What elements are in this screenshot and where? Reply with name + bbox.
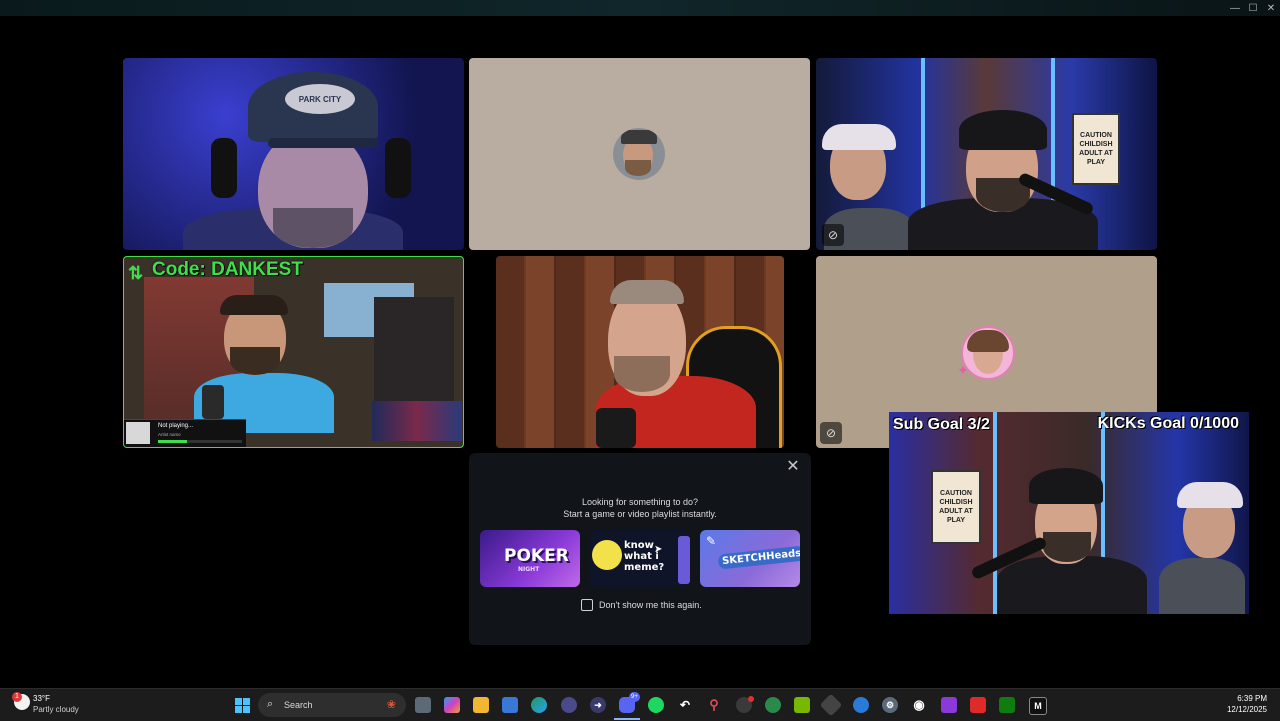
mic-muted-icon: ⊘ — [822, 224, 844, 246]
sub-goal-text: Sub Goal 3/2 — [893, 416, 990, 433]
edge-browser-icon[interactable] — [531, 697, 547, 713]
star-badge-icon: ✦ — [957, 362, 969, 378]
camera-off-icon: ⊘ — [820, 422, 842, 444]
close-popup-icon[interactable]: ✕ — [785, 459, 801, 475]
webcam-feed: PARK CITY — [123, 58, 464, 250]
popup-subheading: Start a game or video playlist instantly… — [563, 509, 717, 519]
video-tile-participant-3[interactable]: CAUTION CHILDISH ADULT AT PLAY ⊘ — [816, 58, 1157, 250]
weather-badge: 1 — [12, 692, 22, 702]
participant-avatar — [961, 326, 1015, 380]
search-icon: ⌕ — [267, 698, 274, 710]
windows-taskbar: 1 33°F Partly cloudy ⌕ Search ❀ ➜ 9+ ↶ ⚲… — [0, 688, 1280, 721]
stream-logo-icon: ⇅ — [128, 263, 144, 283]
copilot-icon[interactable] — [444, 697, 460, 713]
activity-suggestion-popup: ✕ Looking for something to do? Start a g… — [469, 453, 811, 645]
dont-show-label[interactable]: Don't show me this again. — [599, 600, 702, 610]
activity-card-sketch-heads[interactable]: ✎ SKETCHHeads — [700, 530, 800, 587]
gear-icon[interactable]: ⚙ — [882, 697, 898, 713]
ms-store-icon[interactable] — [502, 697, 518, 713]
now-playing-widget: Not playing... Artist name — [124, 419, 246, 447]
weather-desc[interactable]: Partly cloudy — [33, 705, 79, 714]
stream-feed: CAUTION CHILDISH ADULT AT PLAY — [889, 412, 1249, 614]
dont-show-checkbox[interactable] — [581, 599, 593, 611]
clock-date[interactable]: 12/12/2025 — [1227, 705, 1267, 714]
stream-popout-window[interactable]: CAUTION CHILDISH ADULT AT PLAY Sub Goal … — [889, 412, 1249, 614]
activity-card-know-what-i-meme[interactable]: know what i meme? ➤ — [590, 530, 690, 587]
webcam-app-icon[interactable]: ◉ — [911, 697, 927, 713]
m-app-icon[interactable]: M — [1029, 697, 1047, 715]
clock-time[interactable]: 6:39 PM — [1237, 694, 1267, 703]
search-placeholder: Search — [284, 700, 313, 710]
search-highlight-icon: ❀ — [386, 699, 396, 711]
red-app-icon[interactable] — [970, 697, 986, 713]
clapper-app-icon[interactable] — [941, 697, 957, 713]
back-arrow-app-icon[interactable]: ↶ — [677, 697, 693, 713]
kicks-goal-text: KICKs Goal 0/1000 — [1097, 415, 1239, 432]
cursor-icon: ➤ — [654, 544, 663, 555]
pencil-icon: ✎ — [706, 534, 717, 548]
now-playing-artist: Artist name — [158, 432, 181, 437]
task-view-icon[interactable] — [415, 697, 431, 713]
window-titlebar — [0, 0, 1280, 16]
minimize-button[interactable]: — — [1225, 0, 1245, 16]
caution-sign: CAUTION CHILDISH ADULT AT PLAY — [1072, 113, 1120, 185]
video-tile-participant-5[interactable] — [496, 256, 784, 448]
activity-card-poker-night[interactable]: POKER NIGHT — [480, 530, 580, 587]
video-tile-participant-2[interactable] — [469, 58, 810, 250]
promo-code-text: Code: DANKEST — [152, 259, 303, 280]
spotify-icon[interactable] — [648, 697, 664, 713]
weather-temp[interactable]: 33°F — [33, 694, 50, 703]
cap-logo: PARK CITY — [285, 84, 355, 114]
close-window-button[interactable]: ✕ — [1261, 0, 1280, 16]
file-explorer-icon[interactable] — [473, 697, 489, 713]
caution-sign: CAUTION CHILDISH ADULT AT PLAY — [931, 470, 981, 544]
settings-app-icon[interactable] — [853, 697, 869, 713]
maximize-button[interactable]: ☐ — [1243, 0, 1263, 16]
discord-notification-badge: 9+ — [629, 692, 640, 702]
xbox-game-bar-icon[interactable] — [999, 697, 1015, 713]
now-playing-title: Not playing... — [158, 423, 194, 429]
windows-start-icon[interactable] — [234, 697, 250, 713]
participant-avatar — [613, 128, 665, 180]
location-pin-icon[interactable]: ⚲ — [706, 697, 722, 713]
taskbar-search[interactable]: ⌕ Search ❀ — [258, 693, 406, 717]
nvidia-icon[interactable] — [794, 697, 810, 713]
webcam-feed — [496, 256, 784, 448]
hex-app-icon[interactable] — [819, 693, 843, 717]
xbox-app-icon[interactable] — [765, 697, 781, 713]
video-tile-participant-1[interactable]: PARK CITY — [123, 58, 464, 250]
stream-thumbnails — [372, 401, 462, 441]
video-tile-participant-4[interactable]: ⇅ Code: DANKEST Not playing... Artist na… — [123, 256, 464, 448]
audio-app-icon[interactable] — [561, 697, 577, 713]
app-arrow-icon[interactable]: ➜ — [590, 697, 606, 713]
meme-face-icon — [592, 540, 622, 570]
webcam-feed: CAUTION CHILDISH ADULT AT PLAY — [816, 58, 1157, 250]
popup-heading: Looking for something to do? — [581, 497, 699, 507]
